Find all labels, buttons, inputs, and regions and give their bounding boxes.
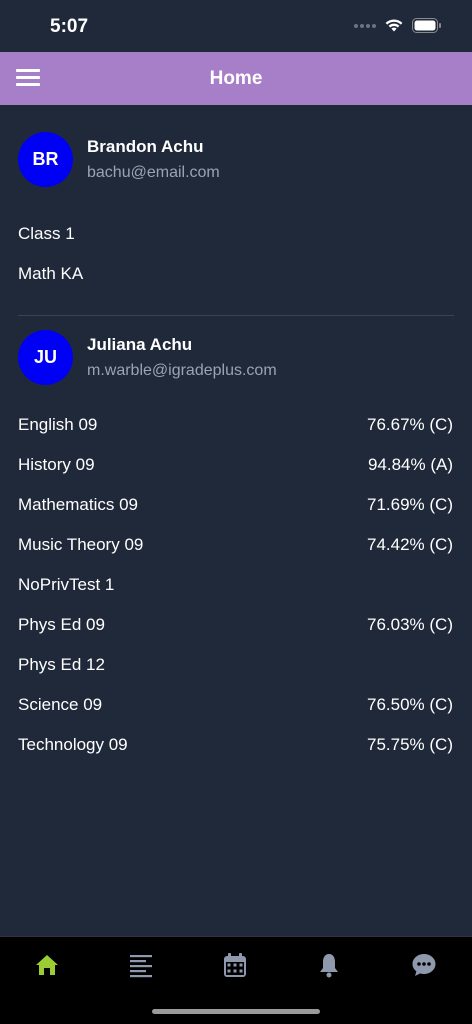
class-row[interactable]: Mathematics 09 71.69% (C) xyxy=(0,485,472,525)
class-row[interactable]: Science 09 76.50% (C) xyxy=(0,685,472,725)
student-card[interactable]: BR Brandon Achu bachu@email.com xyxy=(0,105,472,214)
home-indicator[interactable] xyxy=(152,1009,320,1014)
avatar: BR xyxy=(18,132,73,187)
class-name: Technology 09 xyxy=(18,735,128,754)
class-name: Class 1 xyxy=(18,224,75,243)
class-row[interactable]: English 09 76.67% (C) xyxy=(0,405,472,445)
class-grade: 74.42% (C) xyxy=(367,535,453,554)
class-name: Mathematics 09 xyxy=(18,495,138,514)
class-name: History 09 xyxy=(18,455,95,474)
list-icon[interactable] xyxy=(127,951,155,979)
status-bar: 5:07 xyxy=(0,0,472,52)
student-email: bachu@email.com xyxy=(87,164,220,181)
class-name: Science 09 xyxy=(18,695,103,714)
battery-icon xyxy=(412,18,441,33)
class-grade: 76.67% (C) xyxy=(367,415,453,434)
class-row[interactable]: History 09 94.84% (A) xyxy=(0,445,472,485)
cellular-signal-icon xyxy=(354,23,376,28)
bell-icon[interactable] xyxy=(315,951,343,979)
class-grade: 76.50% (C) xyxy=(367,695,453,714)
class-name: Phys Ed 09 xyxy=(18,615,105,634)
app-header: Home xyxy=(0,52,472,105)
student-list: BR Brandon Achu bachu@email.com Class 1 … xyxy=(0,105,472,765)
page-title: Home xyxy=(209,68,263,89)
avatar: JU xyxy=(18,330,73,385)
student-card[interactable]: JU Juliana Achu m.warble@igradeplus.com xyxy=(0,309,472,405)
class-row[interactable]: Technology 09 75.75% (C) xyxy=(0,725,472,765)
status-time: 5:07 xyxy=(50,16,89,37)
wifi-icon xyxy=(385,19,403,32)
class-name: Music Theory 09 xyxy=(18,535,144,554)
student-email: m.warble@igradeplus.com xyxy=(87,362,277,379)
class-row[interactable]: Math KA xyxy=(0,254,472,294)
class-grade: 94.84% (A) xyxy=(367,455,453,474)
chat-icon[interactable] xyxy=(410,951,438,979)
class-row[interactable]: Class 1 xyxy=(0,214,472,254)
class-name: English 09 xyxy=(18,415,98,434)
class-grade: 76.03% (C) xyxy=(367,615,453,634)
class-name: NoPrivTest 1 xyxy=(18,575,115,594)
student-name: Juliana Achu xyxy=(87,335,193,354)
class-grade: 71.69% (C) xyxy=(367,495,453,514)
class-name: Math KA xyxy=(18,264,84,283)
calendar-icon[interactable] xyxy=(221,951,249,979)
home-icon[interactable] xyxy=(33,951,61,979)
class-row[interactable]: NoPrivTest 1 xyxy=(0,565,472,605)
class-grade: 75.75% (C) xyxy=(367,735,453,754)
class-row[interactable]: Phys Ed 09 76.03% (C) xyxy=(0,605,472,645)
class-row[interactable]: Music Theory 09 74.42% (C) xyxy=(0,525,472,565)
class-name: Phys Ed 12 xyxy=(18,655,105,674)
class-row[interactable]: Phys Ed 12 xyxy=(0,645,472,685)
status-icons xyxy=(354,18,442,33)
student-name: Brandon Achu xyxy=(87,137,204,156)
